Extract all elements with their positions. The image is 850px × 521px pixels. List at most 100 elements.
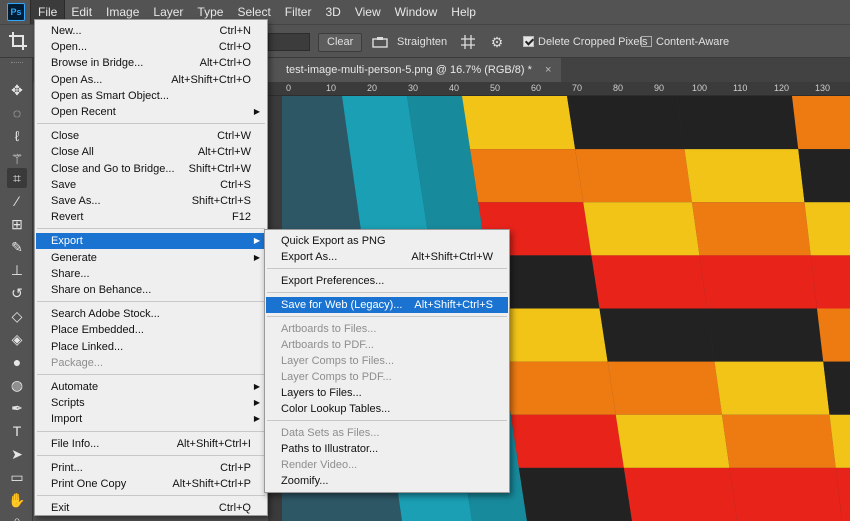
menu-item-exit[interactable]: Exit Ctrl+Q — [36, 500, 266, 516]
menu-item-new[interactable]: New... Ctrl+N — [36, 23, 266, 39]
menu-item-shortcut: Alt+Shift+Ctrl+O — [171, 73, 251, 86]
menu-item-zoomify[interactable]: Zoomify... — [266, 473, 508, 489]
history-brush-tool-icon[interactable]: ↺ — [7, 283, 27, 303]
panel-grip[interactable] — [11, 62, 23, 64]
menu-item-scripts[interactable]: Scripts ▶ — [36, 395, 266, 411]
path-selection-tool-icon[interactable]: ➤ — [7, 444, 27, 464]
blur-tool-icon[interactable]: ● — [7, 352, 27, 372]
balloon-panel — [677, 96, 799, 150]
menu-item-save-for-web-legacy[interactable]: Save for Web (Legacy)... Alt+Shift+Ctrl+S — [266, 297, 508, 313]
horizontal-ruler: 0 10 20 30 40 50 60 70 80 90 100 110 120… — [268, 82, 850, 96]
menu-item-share-on-behance[interactable]: Share on Behance... — [36, 282, 266, 298]
straighten-icon[interactable] — [372, 34, 388, 50]
brush-tool-icon[interactable]: ✎ — [7, 237, 27, 257]
menu-item-place-linked[interactable]: Place Linked... — [36, 339, 266, 355]
rectangle-tool-icon[interactable]: ▭ — [7, 467, 27, 487]
menu-item-close[interactable]: Close Ctrl+W — [36, 128, 266, 144]
eyedropper-tool-icon[interactable]: ⁄ — [7, 191, 27, 211]
menu-filter[interactable]: Filter — [278, 0, 319, 24]
menu-item-share[interactable]: Share... — [36, 266, 266, 282]
menu-item-open-as-smart-object[interactable]: Open as Smart Object... — [36, 88, 266, 104]
menu-item-shortcut: Shift+Ctrl+S — [191, 195, 251, 207]
menu-item-close-all[interactable]: Close All Alt+Ctrl+W — [36, 144, 266, 160]
menu-item-color-lookup-tables[interactable]: Color Lookup Tables... — [266, 401, 508, 417]
menu-item-close-and-go-to-bridge[interactable]: Close and Go to Bridge... Shift+Ctrl+W — [36, 161, 266, 177]
clear-button[interactable]: Clear — [318, 33, 363, 52]
marquee-tool-icon[interactable]: ◌ — [7, 103, 27, 123]
menu-item-place-embedded[interactable]: Place Embedded... — [36, 322, 266, 338]
menu-item-label: Search Adobe Stock... — [51, 308, 160, 321]
menu-item-label: Exit — [51, 502, 70, 515]
ratio-input[interactable] — [268, 33, 310, 51]
menu-item-automate[interactable]: Automate ▶ — [36, 379, 266, 395]
menu-item-shortcut: Alt+Ctrl+W — [197, 146, 251, 159]
content-aware-checkbox[interactable] — [641, 36, 652, 47]
menu-item-open[interactable]: Open... Ctrl+O — [36, 39, 266, 55]
menu-item-revert[interactable]: Revert F12 — [36, 209, 266, 225]
menu-separator — [37, 228, 265, 230]
balloon-panel — [615, 414, 730, 468]
gear-icon[interactable]: ⚙ — [489, 34, 505, 50]
menu-item-paths-to-illustrator[interactable]: Paths to Illustrator... — [266, 441, 508, 457]
menu-window[interactable]: Window — [388, 0, 445, 24]
menu-item-label: Open... — [51, 41, 88, 54]
menu-item-export-preferences[interactable]: Export Preferences... — [266, 273, 508, 289]
close-icon[interactable]: × — [545, 64, 551, 76]
crop-tool-active-icon[interactable]: ⌗ — [7, 168, 27, 188]
menu-item-open-recent[interactable]: Open Recent ▶ — [36, 104, 266, 120]
grid-overlay-icon[interactable] — [460, 34, 476, 50]
lasso-tool-icon[interactable]: ℓ — [7, 126, 27, 146]
menu-item-label: Package... — [51, 356, 103, 369]
ruler-tick: 40 — [449, 83, 460, 93]
menu-item-export-as[interactable]: Export As... Alt+Shift+Ctrl+W — [266, 249, 508, 265]
menu-item-file-info[interactable]: File Info... Alt+Shift+Ctrl+I — [36, 436, 266, 452]
menu-item-open-as[interactable]: Open As... Alt+Shift+Ctrl+O — [36, 72, 266, 88]
balloon-panel — [684, 149, 805, 203]
balloon-panel — [798, 149, 850, 203]
type-tool-icon[interactable]: T — [7, 421, 27, 441]
menu-item-shortcut: Alt+Shift+Ctrl+W — [411, 251, 493, 263]
menu-item-import[interactable]: Import ▶ — [36, 411, 266, 427]
ruler-tick: 130 — [815, 83, 831, 93]
photoshop-logo-icon: Ps — [7, 3, 25, 21]
zoom-tool-icon[interactable]: ⌕ — [7, 510, 27, 521]
menu-item-generate[interactable]: Generate ▶ — [36, 250, 266, 266]
balloon-panel — [462, 96, 576, 150]
menu-help[interactable]: Help — [444, 0, 483, 24]
magic-wand-tool-icon[interactable]: ⚚ — [7, 149, 27, 169]
menu-item-quick-export-as-png[interactable]: Quick Export as PNG — [266, 233, 508, 249]
menu-separator — [37, 301, 265, 303]
menu-item-label: Browse in Bridge... — [51, 57, 144, 70]
paint-bucket-tool-icon[interactable]: ◈ — [7, 329, 27, 349]
pen-tool-icon[interactable]: ✒ — [7, 398, 27, 418]
balloon-panel — [567, 96, 685, 150]
menu-item-label: Close — [51, 130, 80, 143]
straighten-label[interactable]: Straighten — [397, 36, 447, 48]
ruler-tick: 30 — [408, 83, 419, 93]
healing-brush-tool-icon[interactable]: ⊞ — [7, 214, 27, 234]
menu-item-shortcut: Ctrl+P — [220, 461, 251, 474]
menu-view[interactable]: View — [348, 0, 388, 24]
menu-item-search-adobe-stock[interactable]: Search Adobe Stock... — [36, 306, 266, 322]
move-tool-icon[interactable]: ✥ — [7, 80, 27, 100]
menu-item-browse-in-bridge[interactable]: Browse in Bridge... Alt+Ctrl+O — [36, 55, 266, 71]
ruler-tick: 120 — [774, 83, 790, 93]
menu-item-layers-to-files[interactable]: Layers to Files... — [266, 385, 508, 401]
dodge-tool-icon[interactable]: ◍ — [7, 375, 27, 395]
menu-item-print-one-copy[interactable]: Print One Copy Alt+Shift+Ctrl+P — [36, 476, 266, 492]
eraser-tool-icon[interactable]: ◇ — [7, 306, 27, 326]
menu-item-export[interactable]: Export ▶ — [36, 233, 266, 250]
menu-item-print[interactable]: Print... Ctrl+P — [36, 460, 266, 476]
ruler-tick: 60 — [531, 83, 542, 93]
menu-separator — [267, 316, 507, 317]
delete-cropped-checkbox[interactable] — [523, 36, 534, 47]
clone-stamp-tool-icon[interactable]: ⊥ — [7, 260, 27, 280]
menu-item-save[interactable]: Save Ctrl+S — [36, 177, 266, 193]
hand-tool-icon[interactable]: ✋ — [7, 490, 27, 510]
menu-3d[interactable]: 3D — [318, 0, 347, 24]
document-tab[interactable]: test-image-multi-person-5.png @ 16.7% (R… — [268, 58, 562, 82]
menu-item-save-as[interactable]: Save As... Shift+Ctrl+S — [36, 193, 266, 209]
submenu-arrow-icon: ▶ — [253, 414, 260, 424]
crop-tool-icon[interactable] — [8, 31, 28, 51]
balloon-panel — [502, 361, 616, 415]
